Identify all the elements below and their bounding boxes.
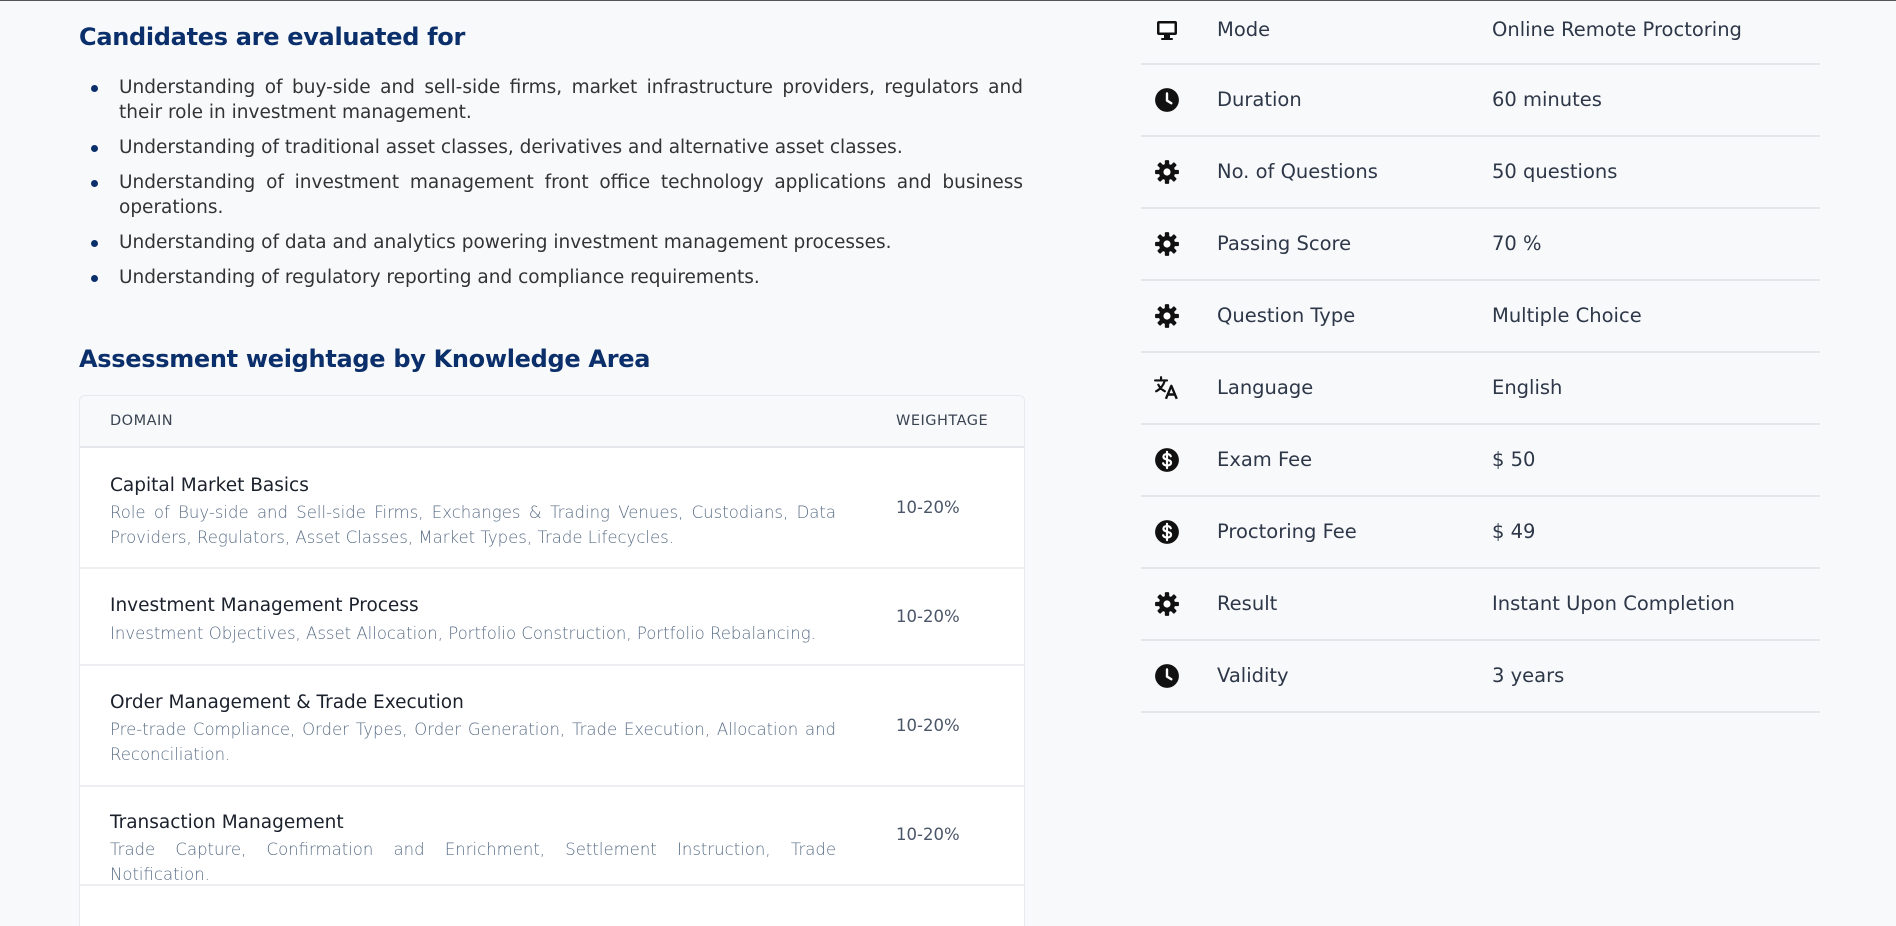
- info-label: Proctoring Fee: [1217, 520, 1357, 543]
- info-label: Result: [1217, 592, 1278, 615]
- info-value: 70 %: [1492, 232, 1542, 255]
- gear-icon: [1154, 231, 1180, 257]
- list-item-text: Understanding of investment management f…: [119, 172, 1023, 218]
- info-value: 50 questions: [1492, 160, 1618, 183]
- list-item: Understanding of buy-side and sell-side …: [91, 75, 1023, 125]
- table-row: Transaction Management Trade Capture, Co…: [80, 787, 1024, 886]
- info-label: Passing Score: [1217, 232, 1352, 255]
- table-header: DOMAIN WEIGHTAGE: [80, 396, 1024, 448]
- evaluated-list: Understanding of buy-side and sell-side …: [79, 75, 1023, 300]
- info-label: Exam Fee: [1217, 448, 1313, 471]
- domain-name: Investment Management Process: [110, 595, 419, 616]
- bullet: [91, 145, 98, 152]
- info-label: Validity: [1217, 664, 1289, 687]
- info-row-exam-fee: Exam Fee $ 50: [1141, 425, 1820, 497]
- list-item-text: Understanding of regulatory reporting an…: [119, 267, 760, 288]
- list-item: Understanding of data and analytics powe…: [91, 230, 1023, 255]
- bullet: [91, 85, 98, 92]
- list-item: Understanding of traditional asset class…: [91, 135, 1023, 160]
- gear-icon: [1154, 591, 1180, 617]
- header-weightage: WEIGHTAGE: [896, 413, 989, 429]
- monitor-icon: [1154, 17, 1180, 43]
- info-label: Language: [1217, 376, 1314, 399]
- info-row-mode: Mode Online Remote Proctoring: [1141, 1, 1820, 65]
- info-label: Question Type: [1217, 304, 1356, 327]
- table-row: Order Management & Trade Execution Pre-t…: [80, 666, 1024, 787]
- bullet: [91, 240, 98, 247]
- info-row-result: Result Instant Upon Completion: [1141, 569, 1820, 641]
- info-row-passing-score: Passing Score 70 %: [1141, 209, 1820, 281]
- list-item-text: Understanding of traditional asset class…: [119, 137, 903, 158]
- table-row: [80, 886, 1024, 926]
- info-row-validity: Validity 3 years: [1141, 641, 1820, 713]
- info-value: English: [1492, 376, 1563, 399]
- domain-desc: Pre-trade Compliance, Order Types, Order…: [110, 720, 836, 764]
- dollar-icon: [1154, 447, 1180, 473]
- gear-icon: [1154, 159, 1180, 185]
- list-item-text: Understanding of buy-side and sell-side …: [119, 77, 1023, 123]
- domain-desc: Trade Capture, Confirmation and Enrichme…: [110, 840, 836, 884]
- info-value: $ 49: [1492, 520, 1536, 543]
- evaluated-title: Candidates are evaluated for: [79, 23, 466, 51]
- info-value: Online Remote Proctoring: [1492, 18, 1742, 41]
- domain-weight: 10-20%: [896, 716, 960, 735]
- weightage-title: Assessment weightage by Knowledge Area: [79, 345, 651, 373]
- bullet: [91, 275, 98, 282]
- domain-desc: Role of Buy-side and Sell-side Firms, Ex…: [110, 503, 836, 547]
- info-value: Instant Upon Completion: [1492, 592, 1735, 615]
- info-value: 60 minutes: [1492, 88, 1602, 111]
- domain-desc: Investment Objectives, Asset Allocation,…: [110, 624, 816, 643]
- dollar-icon: [1154, 519, 1180, 545]
- exam-info-list: Mode Online Remote Proctoring Duration 6…: [1141, 1, 1820, 713]
- list-item: Understanding of regulatory reporting an…: [91, 265, 1023, 290]
- info-label: Mode: [1217, 18, 1271, 41]
- table-row: Capital Market Basics Role of Buy-side a…: [80, 448, 1024, 569]
- clock-icon: [1154, 87, 1180, 113]
- info-row-duration: Duration 60 minutes: [1141, 65, 1820, 137]
- domain-weight: 10-20%: [896, 825, 960, 844]
- weightage-table: DOMAIN WEIGHTAGE Capital Market Basics R…: [79, 395, 1025, 926]
- list-item-text: Understanding of data and analytics powe…: [119, 232, 892, 253]
- bullet: [91, 180, 98, 187]
- domain-name: Transaction Management: [110, 812, 344, 833]
- info-value: Multiple Choice: [1492, 304, 1642, 327]
- info-row-questions: No. of Questions 50 questions: [1141, 137, 1820, 209]
- info-row-language: Language English: [1141, 353, 1820, 425]
- translate-icon: [1154, 375, 1180, 401]
- domain-name: Order Management & Trade Execution: [110, 692, 464, 713]
- info-value: $ 50: [1492, 448, 1536, 471]
- list-item: Understanding of investment management f…: [91, 170, 1023, 220]
- gear-icon: [1154, 303, 1180, 329]
- info-label: No. of Questions: [1217, 160, 1378, 183]
- info-label: Duration: [1217, 88, 1302, 111]
- domain-weight: 10-20%: [896, 607, 960, 626]
- domain-name: Capital Market Basics: [110, 475, 309, 496]
- info-row-proctoring-fee: Proctoring Fee $ 49: [1141, 497, 1820, 569]
- header-domain: DOMAIN: [110, 413, 174, 429]
- domain-weight: 10-20%: [896, 498, 960, 517]
- clock-icon: [1154, 663, 1180, 689]
- info-row-question-type: Question Type Multiple Choice: [1141, 281, 1820, 353]
- info-value: 3 years: [1492, 664, 1565, 687]
- table-row: Investment Management Process Investment…: [80, 569, 1024, 666]
